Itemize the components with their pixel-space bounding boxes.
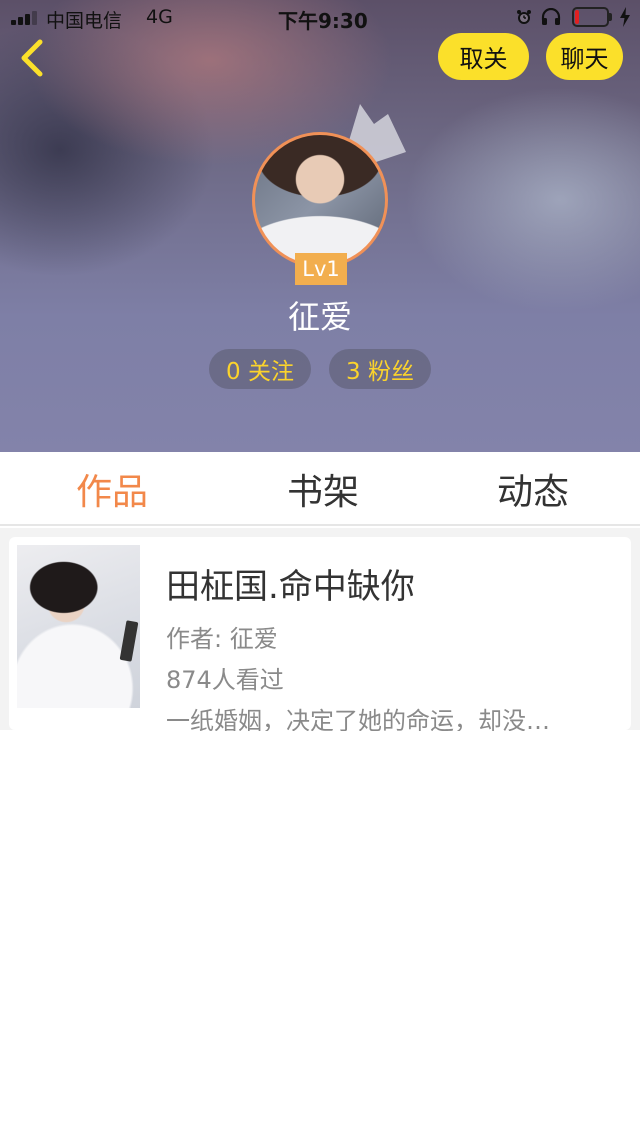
profile-tabs: 作品 书架 动态: [0, 452, 640, 526]
tab-works[interactable]: 作品: [22, 452, 202, 526]
profile-header: 中国电信 4G 下午9:30 取关 聊天 Lv1 征爱 0 关注 3 粉丝: [0, 0, 640, 452]
signal-strength-icon: [11, 9, 41, 25]
clock-time: 下午9:30: [278, 9, 368, 33]
fans-count[interactable]: 3 粉丝: [329, 349, 431, 389]
status-bar: 中国电信 4G 下午9:30: [0, 0, 640, 36]
list-item[interactable]: 田柾国.命中缺你 作者: 征爱 874人看过 一纸婚姻，决定了她的命运，却没…: [9, 537, 631, 731]
book-description: 一纸婚姻，决定了她的命运，却没…: [166, 707, 550, 731]
carrier-name: 中国电信: [46, 10, 123, 32]
charging-bolt-icon: [620, 7, 630, 27]
back-chevron-icon[interactable]: [14, 36, 50, 80]
battery-icon: [572, 7, 612, 27]
unfollow-button[interactable]: 取关: [438, 33, 529, 80]
following-count[interactable]: 0 关注: [209, 349, 311, 389]
level-badge: Lv1: [295, 253, 347, 285]
works-list: 田柾国.命中缺你 作者: 征爱 874人看过 一纸婚姻，决定了她的命运，却没…: [0, 528, 640, 731]
tab-bookshelf[interactable]: 书架: [233, 452, 413, 526]
username: 征爱: [287, 298, 352, 336]
book-view-count: 874人看过: [166, 666, 284, 694]
network-type: 4G: [146, 6, 173, 28]
avatar[interactable]: [252, 132, 388, 268]
chat-button[interactable]: 聊天: [546, 33, 623, 80]
book-author: 作者: 征爱: [166, 625, 278, 653]
tab-moments[interactable]: 动态: [443, 452, 623, 526]
profile-page: 中国电信 4G 下午9:30 取关 聊天 Lv1 征爱 0 关注 3 粉丝 作品…: [0, 0, 640, 1139]
alarm-icon: [517, 10, 531, 24]
headphones-icon: [541, 8, 561, 25]
book-cover-image: [17, 545, 140, 708]
book-title: 田柾国.命中缺你: [166, 567, 415, 607]
